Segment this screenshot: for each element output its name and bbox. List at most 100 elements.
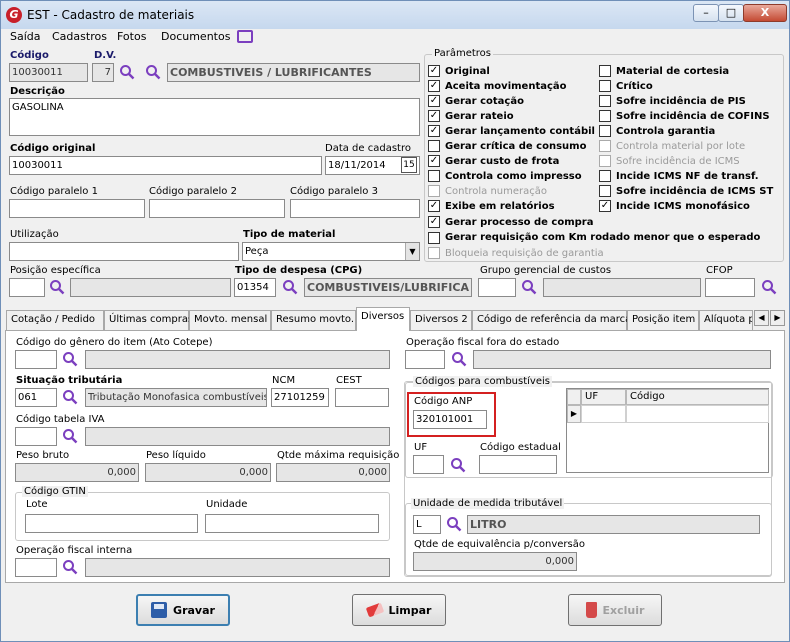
checkbox-gerar-requisicao-com-km-rodado-menor-que-o-esperado[interactable]: Gerar requisição com Km rodado menor que…: [428, 231, 760, 244]
checkmark-icon[interactable]: ✓: [428, 155, 440, 167]
cod-paralelo2-field[interactable]: [149, 199, 285, 218]
checkbox-box[interactable]: [428, 185, 440, 197]
genero-code-field[interactable]: [15, 350, 57, 369]
qtde-equiv-field[interactable]: 0,000: [413, 552, 577, 571]
checkbox-bloqueia-requisicao-de-garantia[interactable]: Bloqueia requisição de garantia: [428, 247, 604, 259]
checkmark-icon[interactable]: ✓: [428, 110, 440, 122]
grupo-field[interactable]: COMBUSTIVEIS / LUBRIFICANTES: [167, 63, 420, 82]
op-fiscal-fora-code-field[interactable]: [405, 350, 445, 369]
checkbox-controla-material-por-lote[interactable]: Controla material por lote: [599, 140, 745, 152]
checkbox-box[interactable]: [428, 140, 440, 152]
checkbox-box[interactable]: [428, 170, 440, 182]
checkbox-gerar-cotacao[interactable]: ✓ Gerar cotação: [428, 95, 524, 107]
search-icon[interactable]: [450, 457, 466, 473]
checkbox-exibe-em-relatorios[interactable]: ✓ Exibe em relatórios: [428, 200, 555, 212]
anp-field[interactable]: 320101001: [413, 410, 487, 429]
checkbox-gerar-rateio[interactable]: ✓ Gerar rateio: [428, 110, 514, 122]
checkbox-box[interactable]: [599, 125, 611, 137]
checkmark-icon[interactable]: ✓: [428, 65, 440, 77]
checkmark-icon[interactable]: ✓: [428, 80, 440, 92]
checkbox-material-de-cortesia[interactable]: Material de cortesia: [599, 65, 729, 77]
op-fiscal-int-code-field[interactable]: [15, 558, 57, 577]
menu-saida[interactable]: Saída: [10, 30, 41, 43]
search-icon[interactable]: [62, 351, 78, 367]
checkbox-controla-garantia[interactable]: Controla garantia: [599, 125, 715, 137]
tipo-material-select[interactable]: Peça: [242, 242, 420, 261]
checkbox-box[interactable]: [599, 140, 611, 152]
tab-codigo-referencia-marca[interactable]: Código de referência da marca: [472, 310, 631, 330]
grid-header-codigo[interactable]: Código: [626, 389, 769, 405]
dv-field[interactable]: 7: [92, 63, 114, 82]
tab-ultimas-compras[interactable]: Últimas compras: [104, 310, 193, 330]
menu-documentos[interactable]: Documentos: [161, 30, 230, 43]
peso-bruto-field[interactable]: 0,000: [15, 463, 139, 482]
peso-liquido-field[interactable]: 0,000: [145, 463, 271, 482]
cfop-field[interactable]: [705, 278, 755, 297]
tab-movto-mensal[interactable]: Movto. mensal: [189, 310, 271, 330]
sit-trib-code-field[interactable]: 061: [15, 388, 57, 407]
close-button[interactable]: X: [743, 4, 787, 22]
checkbox-gerar-lancamento-contabil[interactable]: ✓ Gerar lançamento contábil: [428, 125, 595, 137]
checkbox-gerar-custo-de-frota[interactable]: ✓ Gerar custo de frota: [428, 155, 559, 167]
checkmark-icon[interactable]: ✓: [428, 200, 440, 212]
checkbox-sofre-incidencia-de-pis[interactable]: Sofre incidência de PIS: [599, 95, 746, 107]
limpar-button[interactable]: Limpar: [352, 594, 446, 626]
search-icon[interactable]: [145, 64, 161, 80]
ncm-field[interactable]: 27101259: [271, 388, 329, 407]
menu-fotos[interactable]: Fotos: [117, 30, 146, 43]
search-icon[interactable]: [446, 516, 462, 532]
lote-field[interactable]: [25, 514, 198, 533]
posicao-code-field[interactable]: [9, 278, 45, 297]
checkbox-aceita-movimentacao[interactable]: ✓ Aceita movimentação: [428, 80, 567, 92]
checkbox-box[interactable]: [599, 110, 611, 122]
cod-paralelo1-field[interactable]: [9, 199, 145, 218]
search-icon[interactable]: [761, 279, 777, 295]
iva-code-field[interactable]: [15, 427, 57, 446]
search-icon[interactable]: [62, 559, 78, 575]
tab-aliquota[interactable]: Alíquota p: [699, 310, 753, 330]
checkbox-box[interactable]: [599, 80, 611, 92]
checkbox-incide-icms-monofasico[interactable]: ✓ Incide ICMS monofásico: [599, 200, 750, 212]
checkbox-box[interactable]: [599, 170, 611, 182]
checkbox-sofre-incidencia-de-icms[interactable]: Sofre incidência de ICMS: [599, 155, 740, 167]
search-icon[interactable]: [282, 279, 298, 295]
tab-scroll-right-icon[interactable]: ▶: [770, 310, 785, 326]
tab-resumo-movto[interactable]: Resumo movto.: [271, 310, 356, 330]
search-icon[interactable]: [119, 64, 135, 80]
checkbox-sofre-incidencia-de-icms-st[interactable]: Sofre incidência de ICMS ST: [599, 185, 773, 197]
grupo-gerencial-code-field[interactable]: [478, 278, 516, 297]
checkbox-box[interactable]: [428, 247, 440, 259]
checkbox-critico[interactable]: Crítico: [599, 80, 653, 92]
descricao-field[interactable]: GASOLINA: [9, 98, 420, 136]
tab-cotacao-pedido[interactable]: Cotação / Pedido: [6, 310, 104, 330]
maximize-button[interactable]: □: [718, 4, 744, 22]
checkbox-box[interactable]: [599, 65, 611, 77]
grid-cell-uf[interactable]: [581, 405, 626, 423]
checkbox-box[interactable]: [599, 185, 611, 197]
qtde-max-field[interactable]: 0,000: [276, 463, 390, 482]
checkmark-icon[interactable]: ✓: [599, 200, 611, 212]
calendar-icon[interactable]: 15: [401, 157, 417, 173]
search-icon[interactable]: [521, 279, 537, 295]
checkbox-incide-icms-nf-de-transf[interactable]: Incide ICMS NF de transf.: [599, 170, 759, 182]
checkmark-icon[interactable]: ✓: [428, 125, 440, 137]
search-icon[interactable]: [49, 279, 65, 295]
tab-scroll-left-icon[interactable]: ◀: [754, 310, 769, 326]
menu-cadastros[interactable]: Cadastros: [52, 30, 107, 43]
cod-estadual-field[interactable]: [479, 455, 557, 474]
codigo-field[interactable]: 10030011: [9, 63, 88, 82]
search-icon[interactable]: [62, 428, 78, 444]
minimize-button[interactable]: –: [693, 4, 719, 22]
checkbox-controla-numeracao[interactable]: Controla numeração: [428, 185, 547, 197]
checkbox-original[interactable]: ✓ Original: [428, 65, 490, 77]
checkbox-box[interactable]: [428, 231, 440, 244]
utilizacao-field[interactable]: [9, 242, 239, 261]
grid-header-uf[interactable]: UF: [581, 389, 626, 405]
uf-field[interactable]: [413, 455, 444, 474]
tab-diversos[interactable]: Diversos: [356, 307, 410, 331]
codigo-original-field[interactable]: 10030011: [9, 156, 322, 175]
search-icon[interactable]: [62, 389, 78, 405]
checkbox-box[interactable]: [599, 95, 611, 107]
checkmark-icon[interactable]: ✓: [428, 216, 440, 228]
tipo-despesa-code-field[interactable]: 01354: [234, 278, 276, 297]
